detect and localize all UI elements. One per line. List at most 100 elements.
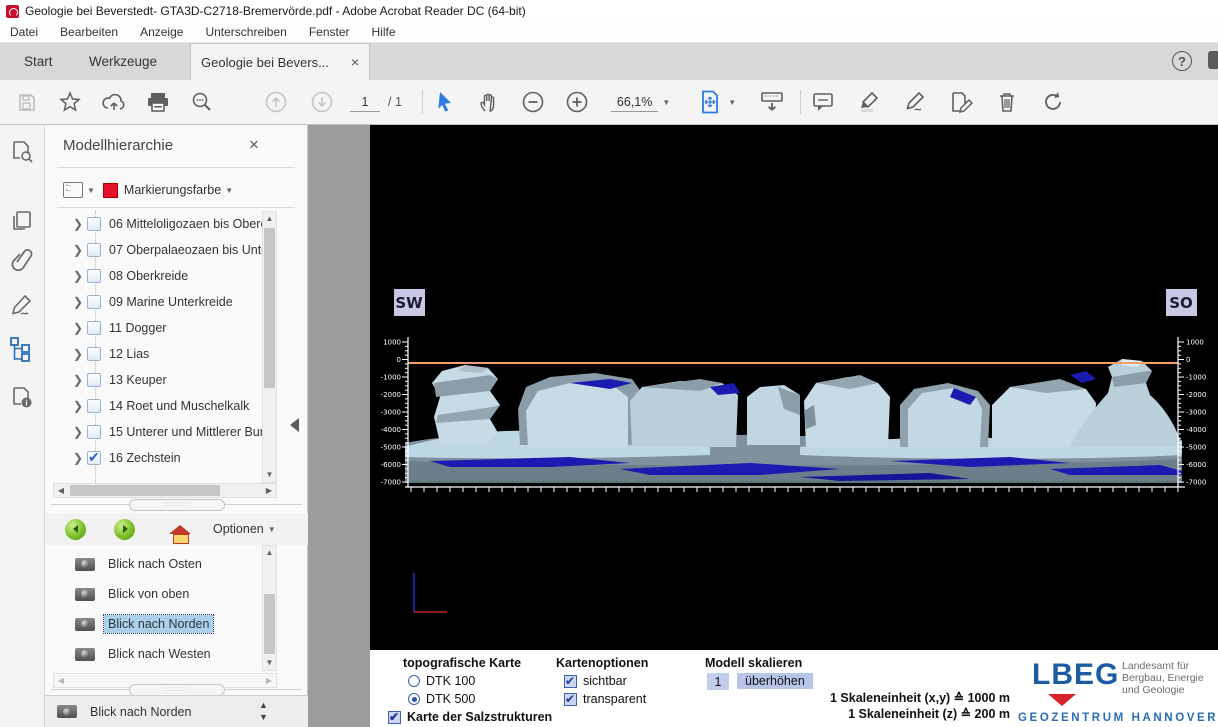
dtk100-radio-row[interactable]: DTK 100	[408, 674, 475, 688]
previous-view-button[interactable]	[65, 519, 86, 540]
save-icon[interactable]	[12, 88, 40, 116]
chevron-right-icon[interactable]: ❯	[73, 425, 87, 439]
tree-item[interactable]: ❯06 Mitteloligozaen bis Obere	[45, 211, 262, 237]
request-signatures-icon[interactable]	[947, 88, 975, 116]
chevron-right-icon[interactable]: ❯	[73, 243, 87, 257]
fill-sign-icon[interactable]	[901, 88, 929, 116]
tree-item[interactable]: ❯15 Unterer und Mittlerer Bur	[45, 419, 262, 445]
zoom-level-value[interactable]: 66,1%	[611, 93, 658, 112]
tab-werkzeuge[interactable]: Werkzeuge	[75, 43, 171, 80]
chevron-right-icon[interactable]: ❯	[73, 269, 87, 283]
menu-datei[interactable]: Datei	[10, 25, 38, 39]
menu-fenster[interactable]: Fenster	[309, 25, 350, 39]
tab-start[interactable]: Start	[10, 43, 67, 80]
view-item-blick-von-oben[interactable]: Blick von oben	[45, 579, 262, 609]
view-item-blick-nach-westen[interactable]: Blick nach Westen	[45, 639, 262, 669]
chevron-right-icon[interactable]: ❯	[73, 295, 87, 309]
tree-item[interactable]: ❯11 Dogger	[45, 315, 262, 341]
tree-item[interactable]: ❯08 Oberkreide	[45, 263, 262, 289]
scroll-down-icon[interactable]: ▼	[263, 656, 276, 670]
tree-vertical-scrollbar[interactable]: ▲ ▼	[262, 211, 277, 483]
view-item-blick-nach-osten[interactable]: Blick nach Osten	[45, 549, 262, 579]
delete-icon[interactable]	[993, 88, 1021, 116]
menu-hilfe[interactable]: Hilfe	[372, 25, 396, 39]
zoom-dropdown-caret-icon[interactable]: ▼	[662, 98, 670, 107]
previous-page-icon[interactable]	[262, 88, 290, 116]
layer-checkbox[interactable]	[87, 425, 101, 439]
marking-color-swatch[interactable]	[103, 183, 118, 198]
select-tool-icon[interactable]	[431, 88, 459, 116]
layer-checkbox[interactable]	[87, 373, 101, 387]
signatures-icon[interactable]	[8, 291, 36, 319]
hand-tool-icon[interactable]	[475, 88, 503, 116]
partial-edge-icon[interactable]	[1208, 51, 1218, 69]
layer-checkbox[interactable]	[87, 269, 101, 283]
home-view-icon[interactable]	[169, 525, 191, 534]
visible-checkbox-row[interactable]: sichtbar	[564, 674, 627, 688]
marking-color-caret-icon[interactable]: ▼	[225, 186, 233, 195]
chevron-right-icon[interactable]: ❯	[73, 373, 87, 387]
tree-item[interactable]: ❯16 Zechstein	[45, 445, 262, 471]
menu-anzeige[interactable]: Anzeige	[140, 25, 183, 39]
dtk100-radio[interactable]	[408, 675, 420, 687]
layer-checkbox[interactable]	[87, 399, 101, 413]
export-pdf-icon[interactable]	[8, 137, 36, 165]
options-caret-icon[interactable]: ▼	[87, 186, 95, 195]
layer-checkbox[interactable]	[87, 347, 101, 361]
panel-close-icon[interactable]: ×	[249, 135, 259, 155]
views-vertical-scrollbar[interactable]: ▲ ▼	[262, 545, 277, 671]
layer-checkbox[interactable]	[87, 321, 101, 335]
menu-bearbeiten[interactable]: Bearbeiten	[60, 25, 118, 39]
dtk500-radio-row[interactable]: DTK 500	[408, 692, 475, 706]
chevron-right-icon[interactable]: ❯	[73, 399, 87, 413]
views-options-caret-icon[interactable]: ▼	[268, 525, 276, 534]
scale-value-input[interactable]	[707, 673, 729, 690]
next-page-icon[interactable]	[308, 88, 336, 116]
chevron-right-icon[interactable]: ❯	[73, 321, 87, 335]
chevron-right-icon[interactable]: ❯	[73, 451, 87, 465]
model-tree-icon[interactable]	[8, 335, 36, 363]
comment-icon[interactable]	[809, 88, 837, 116]
document-properties-icon[interactable]: i	[8, 383, 36, 411]
view-item-blick-nach-norden[interactable]: Blick nach Norden	[45, 609, 262, 639]
panel-collapse-icon[interactable]	[290, 418, 299, 432]
share-upload-icon[interactable]	[100, 88, 128, 116]
reading-mode-icon[interactable]	[758, 88, 786, 116]
star-icon[interactable]	[56, 88, 84, 116]
layer-checkbox[interactable]	[87, 295, 101, 309]
views-options-label[interactable]: Optionen	[213, 522, 264, 536]
tree-item[interactable]: ❯12 Lias	[45, 341, 262, 367]
view-spinner[interactable]: ▲▼	[259, 699, 268, 723]
salt-structures-checkbox-row[interactable]: Karte der Salzstrukturen	[388, 710, 552, 724]
model-tree-options-icon[interactable]	[63, 182, 83, 198]
search-icon[interactable]	[188, 88, 216, 116]
fit-page-icon[interactable]	[696, 88, 724, 116]
zoom-in-icon[interactable]	[563, 88, 591, 116]
layer-checkbox[interactable]	[87, 217, 101, 231]
layer-checkbox-checked[interactable]	[87, 451, 101, 465]
scroll-down-icon[interactable]: ▼	[263, 468, 276, 482]
highlight-icon[interactable]	[855, 88, 883, 116]
tree-item[interactable]: ❯13 Keuper	[45, 367, 262, 393]
attachments-icon[interactable]	[8, 247, 36, 275]
tab-close-icon[interactable]: ×	[351, 54, 359, 70]
scroll-up-icon[interactable]: ▲	[263, 212, 276, 226]
3d-viewport[interactable]: SW SO 1000 0 -1000 -2000 -3000 -4000	[370, 125, 1218, 650]
tree-horizontal-scrollbar[interactable]: ◀ ▶	[53, 483, 277, 498]
transparent-checkbox[interactable]	[564, 693, 577, 706]
next-view-button[interactable]	[114, 519, 135, 540]
visible-checkbox[interactable]	[564, 675, 577, 688]
scroll-left-icon[interactable]: ◀	[54, 484, 68, 497]
page-thumbnails-icon[interactable]	[8, 207, 36, 235]
tree-item[interactable]: ❯09 Marine Unterkreide	[45, 289, 262, 315]
print-icon[interactable]	[144, 88, 172, 116]
chevron-right-icon[interactable]: ❯	[73, 217, 87, 231]
zoom-out-icon[interactable]	[519, 88, 547, 116]
layer-checkbox[interactable]	[87, 243, 101, 257]
chevron-right-icon[interactable]: ❯	[73, 347, 87, 361]
transparent-checkbox-row[interactable]: transparent	[564, 692, 646, 706]
exaggerate-button[interactable]: überhöhen	[737, 673, 813, 689]
rotate-icon[interactable]	[1039, 88, 1067, 116]
tree-item[interactable]: ❯14 Roet und Muschelkalk	[45, 393, 262, 419]
fit-dropdown-caret-icon[interactable]: ▼	[728, 98, 736, 107]
